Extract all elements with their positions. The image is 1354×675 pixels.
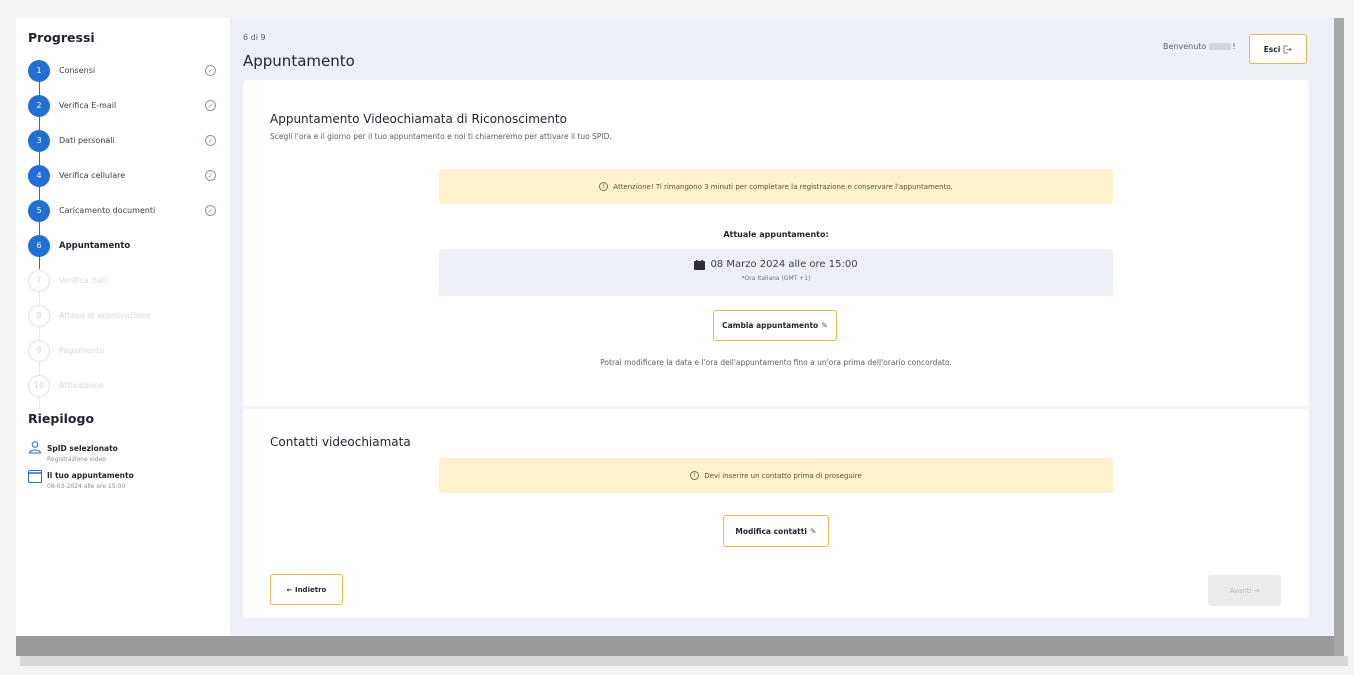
step-number: 10 xyxy=(28,374,50,397)
contacts-section-title: Contatti videochiamata xyxy=(270,435,411,449)
step-label: Pagamento xyxy=(59,346,105,355)
calendar-icon xyxy=(694,259,706,270)
step-label: Attesa di approvazione xyxy=(59,311,151,320)
edit-contacts-button[interactable]: Modifica contatti ✎ xyxy=(723,515,829,547)
progress-steps: 1 Consensi ✓ 2 Verifica E-mail ✓ 3 Dati persona… xyxy=(28,53,218,409)
progress-step: 6 Appuntamento xyxy=(28,228,218,263)
welcome-prefix: Benvenuto xyxy=(1163,42,1207,51)
logout-button[interactable]: Esci xyxy=(1249,34,1307,64)
summary-item-appointment: Il tuo appuntamento 08-03-2024 alle ore … xyxy=(28,469,218,490)
progress-step: 4 Verifica cellulare ✓ xyxy=(28,158,218,193)
pencil-icon: ✎ xyxy=(821,321,828,330)
change-appointment-label: Cambia appuntamento xyxy=(722,321,819,330)
step-number: 1 xyxy=(28,59,50,82)
step-number: 4 xyxy=(28,164,50,187)
window-edge xyxy=(1334,18,1344,656)
change-appointment-button[interactable]: Cambia appuntamento ✎ xyxy=(713,310,837,341)
user-icon xyxy=(28,441,42,454)
check-icon: ✓ xyxy=(205,65,216,76)
user-name-redacted xyxy=(1209,43,1232,50)
step-label: Consensi xyxy=(59,66,96,75)
check-icon: ✓ xyxy=(205,170,216,181)
progress-step: 8 Attesa di approvazione xyxy=(28,298,218,333)
check-icon: ✓ xyxy=(205,100,216,111)
pencil-icon: ✎ xyxy=(809,526,817,536)
summary-appointment-subtitle: 08-03-2024 alle ore 15:00 xyxy=(47,483,126,490)
progress-step: 7 Verifica dati xyxy=(28,263,218,298)
progress-step: 5 Caricamento documenti ✓ xyxy=(28,193,218,228)
progress-step: 2 Verifica E-mail ✓ xyxy=(28,88,218,123)
step-label: Verifica E-mail xyxy=(59,101,117,110)
contacts-warning-text: Devi inserire un contatto prima di prose… xyxy=(704,471,862,480)
time-warning-alert: ! Attenzione! Ti rimangono 3 minuti per … xyxy=(439,169,1113,204)
back-button[interactable]: ← Indietro xyxy=(270,574,343,605)
progress-step: 9 Pagamento xyxy=(28,333,218,368)
welcome-text: Benvenuto ! xyxy=(1163,42,1236,51)
info-icon: ! xyxy=(599,182,609,191)
appointment-section-title: Appuntamento Videochiamata di Riconoscim… xyxy=(270,112,567,126)
welcome-suffix: ! xyxy=(1232,42,1236,51)
sidebar: Progressi 1 Consensi ✓ 2 Verifica E-mail ✓ 3 Da… xyxy=(16,18,230,636)
summary-item-spid: SpID selezionato Registrazione video xyxy=(28,440,218,463)
step-number: 2 xyxy=(28,94,50,117)
appointment-date: 08 Marzo 2024 alle ore 15:00 xyxy=(710,259,858,270)
step-label: Dati personali xyxy=(59,136,115,145)
check-icon: ✓ xyxy=(205,135,216,146)
progress-step: 1 Consensi ✓ xyxy=(28,53,218,88)
contacts-warning-alert: ! Devi inserire un contatto prima di pro… xyxy=(439,458,1113,493)
edit-contacts-label: Modifica contatti xyxy=(735,526,807,536)
progress-step: 3 Dati personali ✓ xyxy=(28,123,218,158)
step-label: Verifica cellulare xyxy=(59,171,126,180)
window-shadow xyxy=(20,656,1348,666)
step-number: 7 xyxy=(28,269,50,292)
step-label: Verifica dati xyxy=(59,276,107,285)
summary-title: Riepilogo xyxy=(28,411,95,426)
appointment-note: Potrai modificare la data e l'ora dell'a… xyxy=(600,358,952,367)
step-number: 5 xyxy=(28,199,50,222)
page-title: Appuntamento xyxy=(243,52,355,70)
check-icon: ✓ xyxy=(205,205,216,216)
calendar-icon xyxy=(28,470,42,483)
logout-label: Esci xyxy=(1263,44,1281,54)
step-label: Appuntamento xyxy=(59,240,131,251)
step-number: 3 xyxy=(28,129,50,152)
window-edge xyxy=(16,636,1334,656)
step-number: 6 xyxy=(28,234,50,257)
logout-icon xyxy=(1283,45,1292,53)
step-number: 9 xyxy=(28,339,50,362)
next-button[interactable]: Avanti → xyxy=(1208,575,1281,606)
current-appointment-label: Attuale appuntamento: xyxy=(723,230,829,239)
step-label: Caricamento documenti xyxy=(59,206,156,215)
progress-title: Progressi xyxy=(28,30,95,45)
info-icon: ! xyxy=(690,471,700,480)
progress-step: 10 Attivazione xyxy=(28,368,218,403)
summary-appointment-title: Il tuo appuntamento xyxy=(47,471,134,480)
step-counter: 6 di 9 xyxy=(243,33,266,42)
time-warning-text: Attenzione! Ti rimangono 3 minuti per co… xyxy=(613,182,953,191)
summary-spid-title: SpID selezionato xyxy=(47,444,118,453)
step-number: 8 xyxy=(28,304,50,327)
section-divider xyxy=(243,406,1309,409)
appointment-section-subtitle: Scegli l'ora e il giorno per il tuo appu… xyxy=(270,132,612,141)
appointment-timezone: *Ora Italiana (GMT +1) xyxy=(741,275,811,282)
current-appointment-box: 08 Marzo 2024 alle ore 15:00 *Ora Italia… xyxy=(439,249,1113,296)
summary-spid-subtitle: Registrazione video xyxy=(47,456,106,463)
step-label: Attivazione xyxy=(59,381,104,390)
